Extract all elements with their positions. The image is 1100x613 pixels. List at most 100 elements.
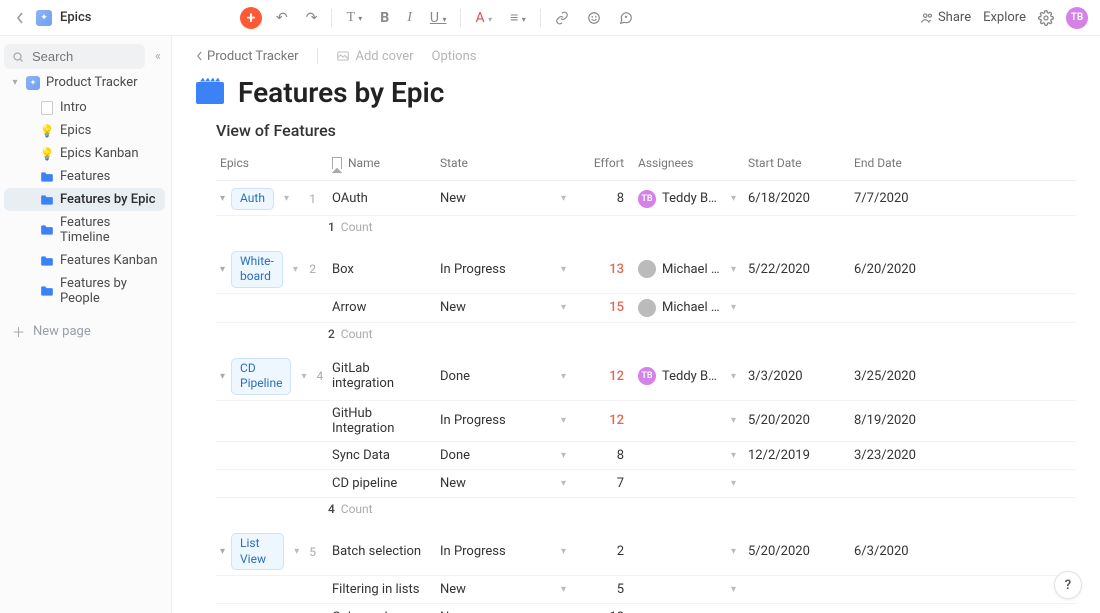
assignee-menu[interactable]: ▾ xyxy=(727,546,740,557)
group-count: 5 xyxy=(309,545,324,559)
italic-button[interactable]: I xyxy=(403,8,416,28)
sidebar-item-epics-kanban[interactable]: 💡Epics Kanban xyxy=(4,142,165,165)
feature-name: Filtering in lists xyxy=(328,577,436,602)
breadcrumb[interactable]: Product Tracker xyxy=(196,49,299,64)
collapse-sidebar-button[interactable]: « xyxy=(151,45,165,68)
epic-menu[interactable]: ▾ xyxy=(297,371,310,382)
start-date: 3/3/2020 xyxy=(744,364,850,389)
bold-button[interactable]: B xyxy=(376,8,393,28)
emoji-button[interactable] xyxy=(583,9,605,27)
link-button[interactable] xyxy=(551,9,573,27)
epic-chip[interactable]: White-board xyxy=(231,251,283,288)
column-name[interactable]: Name xyxy=(328,150,436,176)
table-row[interactable]: ▾List View▾5Batch selectionIn Progress▾2… xyxy=(216,528,1076,576)
sidebar-item-label: Intro xyxy=(60,100,87,115)
effort-value: 12 xyxy=(584,364,634,389)
group-collapse-toggle[interactable]: ▾ xyxy=(220,546,225,557)
assignee-menu[interactable]: ▾ xyxy=(727,415,740,426)
table-row[interactable]: GitHub IntegrationIn Progress▾12▾5/20/20… xyxy=(216,401,1076,442)
state-dropdown[interactable]: ▾ xyxy=(561,193,566,204)
text-color-button[interactable]: A ▾ xyxy=(471,8,496,28)
table-row[interactable]: Sync DataDone▾8▾12/2/20193/23/2020 xyxy=(216,442,1076,470)
page-icon[interactable] xyxy=(196,82,224,104)
state-dropdown[interactable]: ▾ xyxy=(561,415,566,426)
sidebar-item-features-kanban[interactable]: Features Kanban xyxy=(4,249,165,272)
undo-button[interactable]: ↶ xyxy=(272,8,292,28)
sidebar-item-features-by-epic[interactable]: Features by Epic xyxy=(4,188,165,211)
end-date xyxy=(850,585,956,595)
search-input-field[interactable] xyxy=(30,48,137,65)
assignee-avatar: TB xyxy=(638,367,656,385)
table-row[interactable]: ArrowNew▾15Michael Du…▾ xyxy=(216,294,1076,323)
end-date xyxy=(850,303,956,313)
comment-button[interactable] xyxy=(615,9,637,27)
assignee-name: Teddy Bear xyxy=(662,369,721,384)
epic-menu[interactable]: ▾ xyxy=(290,546,303,557)
sidebar-item-epics[interactable]: 💡Epics xyxy=(4,119,165,142)
column-epics[interactable]: Epics xyxy=(216,150,328,176)
table-row[interactable]: CD pipelineNew▾7▾ xyxy=(216,470,1076,498)
end-date: 6/3/2020 xyxy=(850,539,956,564)
epic-chip[interactable]: CD Pipeline xyxy=(231,358,291,395)
new-page-button[interactable]: ＋ New page xyxy=(4,316,165,347)
sidebar-item-features-timeline[interactable]: Features Timeline xyxy=(4,211,165,249)
epic-menu[interactable]: ▾ xyxy=(289,264,302,275)
assignee-menu[interactable]: ▾ xyxy=(727,584,740,595)
user-avatar[interactable]: TB xyxy=(1066,7,1088,29)
add-cover-button[interactable]: Add cover xyxy=(336,49,414,64)
epic-chip[interactable]: List View xyxy=(231,533,284,570)
sidebar-item-features[interactable]: Features xyxy=(4,165,165,188)
sidebar-item-intro[interactable]: Intro xyxy=(4,96,165,119)
assignee-menu[interactable]: ▾ xyxy=(727,450,740,461)
state-dropdown[interactable]: ▾ xyxy=(561,302,566,313)
column-effort[interactable]: Effort xyxy=(584,150,634,176)
assignee-name: Michael Du… xyxy=(662,300,721,315)
settings-button[interactable] xyxy=(1038,10,1054,26)
new-button[interactable]: + xyxy=(240,7,262,29)
column-end-date[interactable]: End Date xyxy=(850,150,956,176)
table-row[interactable]: ▾Auth▾1OAuthNew▾8TBTeddy Bear▾6/18/20207… xyxy=(216,183,1076,216)
chevron-down-icon[interactable]: ▾ xyxy=(10,77,20,88)
table-row[interactable]: ▾White-board▾2BoxIn Progress▾13Michael D… xyxy=(216,246,1076,294)
assignee-avatar: TB xyxy=(638,190,656,208)
redo-button[interactable]: ↷ xyxy=(302,8,322,28)
state-dropdown[interactable]: ▾ xyxy=(561,584,566,595)
group-collapse-toggle[interactable]: ▾ xyxy=(220,264,225,275)
epic-menu[interactable]: ▾ xyxy=(280,193,293,204)
image-icon xyxy=(336,49,350,63)
state-dropdown[interactable]: ▾ xyxy=(561,371,566,382)
assignee-menu[interactable]: ▾ xyxy=(727,302,740,313)
assignee-menu[interactable]: ▾ xyxy=(727,478,740,489)
state-dropdown[interactable]: ▾ xyxy=(561,478,566,489)
sidebar-item-features-by-people[interactable]: Features by People xyxy=(4,272,165,310)
table-row[interactable]: Filtering in listsNew▾5▾ xyxy=(216,576,1076,604)
group-collapse-toggle[interactable]: ▾ xyxy=(220,371,225,382)
assignee-menu[interactable]: ▾ xyxy=(727,371,740,382)
explore-link[interactable]: Explore xyxy=(983,10,1026,25)
column-start-date[interactable]: Start Date xyxy=(744,150,850,176)
share-button[interactable]: Share xyxy=(920,10,971,25)
table-row[interactable]: ▾CD Pipeline▾4GitLab integrationDone▾12T… xyxy=(216,353,1076,401)
state-dropdown[interactable]: ▾ xyxy=(561,264,566,275)
options-button[interactable]: Options xyxy=(432,49,477,64)
column-name-label: Name xyxy=(348,156,380,170)
group-collapse-toggle[interactable]: ▾ xyxy=(220,193,225,204)
underline-button[interactable]: U ▾ xyxy=(426,8,451,28)
sidebar-root-product-tracker[interactable]: ▾ ✦ Product Tracker xyxy=(4,71,165,94)
back-button[interactable] xyxy=(12,10,28,26)
group-count: 2 xyxy=(309,262,324,276)
table-header: Epics Name State Effort Assignees Start … xyxy=(216,146,1076,181)
text-style-button[interactable]: T ▾ xyxy=(342,8,366,28)
assignee-menu[interactable]: ▾ xyxy=(727,193,740,204)
align-button[interactable]: ≡ ▾ xyxy=(506,7,530,28)
column-assignees[interactable]: Assignees xyxy=(634,150,744,176)
group-white-board: ▾White-board▾2BoxIn Progress▾13Michael D… xyxy=(216,246,1076,351)
assignee-menu[interactable]: ▾ xyxy=(727,264,740,275)
epic-chip[interactable]: Auth xyxy=(231,188,274,210)
state-dropdown[interactable]: ▾ xyxy=(561,546,566,557)
help-button[interactable]: ? xyxy=(1054,571,1082,599)
search-input[interactable] xyxy=(4,44,145,69)
column-state[interactable]: State xyxy=(436,150,584,176)
state-dropdown[interactable]: ▾ xyxy=(561,450,566,461)
table-row[interactable]: Color code rowNew▾10▾ xyxy=(216,604,1076,613)
